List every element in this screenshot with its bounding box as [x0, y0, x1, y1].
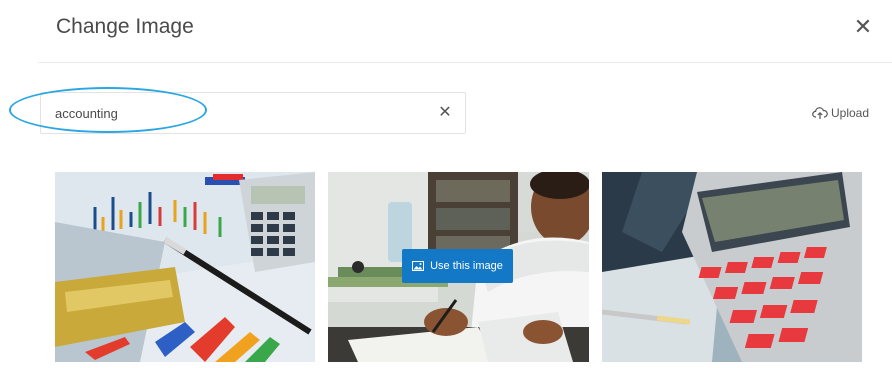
upload-button[interactable]: Upload — [812, 103, 869, 123]
dialog-title: Change Image — [56, 15, 194, 38]
image-result-red-calculator[interactable] — [602, 172, 862, 362]
images-icon — [412, 261, 425, 271]
close-icon: ✕ — [853, 14, 873, 39]
clear-icon: ✕ — [438, 104, 452, 121]
image-result-man-at-desk[interactable]: Use this image — [328, 172, 589, 362]
header-divider — [38, 62, 892, 63]
use-this-image-label: Use this image — [430, 260, 503, 272]
use-this-image-button[interactable]: Use this image — [402, 249, 513, 283]
close-dialog-button[interactable]: ✕ — [850, 14, 876, 40]
search-box: ✕ — [40, 92, 466, 134]
dialog-header: Change Image ✕ — [0, 0, 892, 62]
change-image-dialog: Change Image ✕ ✕ Upload — [0, 0, 892, 368]
search-input[interactable] — [55, 101, 415, 125]
cloud-upload-icon — [812, 107, 828, 119]
accounting-charts-photo — [55, 172, 315, 362]
image-result-charts-calculator[interactable] — [55, 172, 315, 362]
red-calculator-photo — [602, 172, 862, 362]
upload-label: Upload — [831, 106, 870, 120]
clear-search-button[interactable]: ✕ — [433, 101, 457, 125]
